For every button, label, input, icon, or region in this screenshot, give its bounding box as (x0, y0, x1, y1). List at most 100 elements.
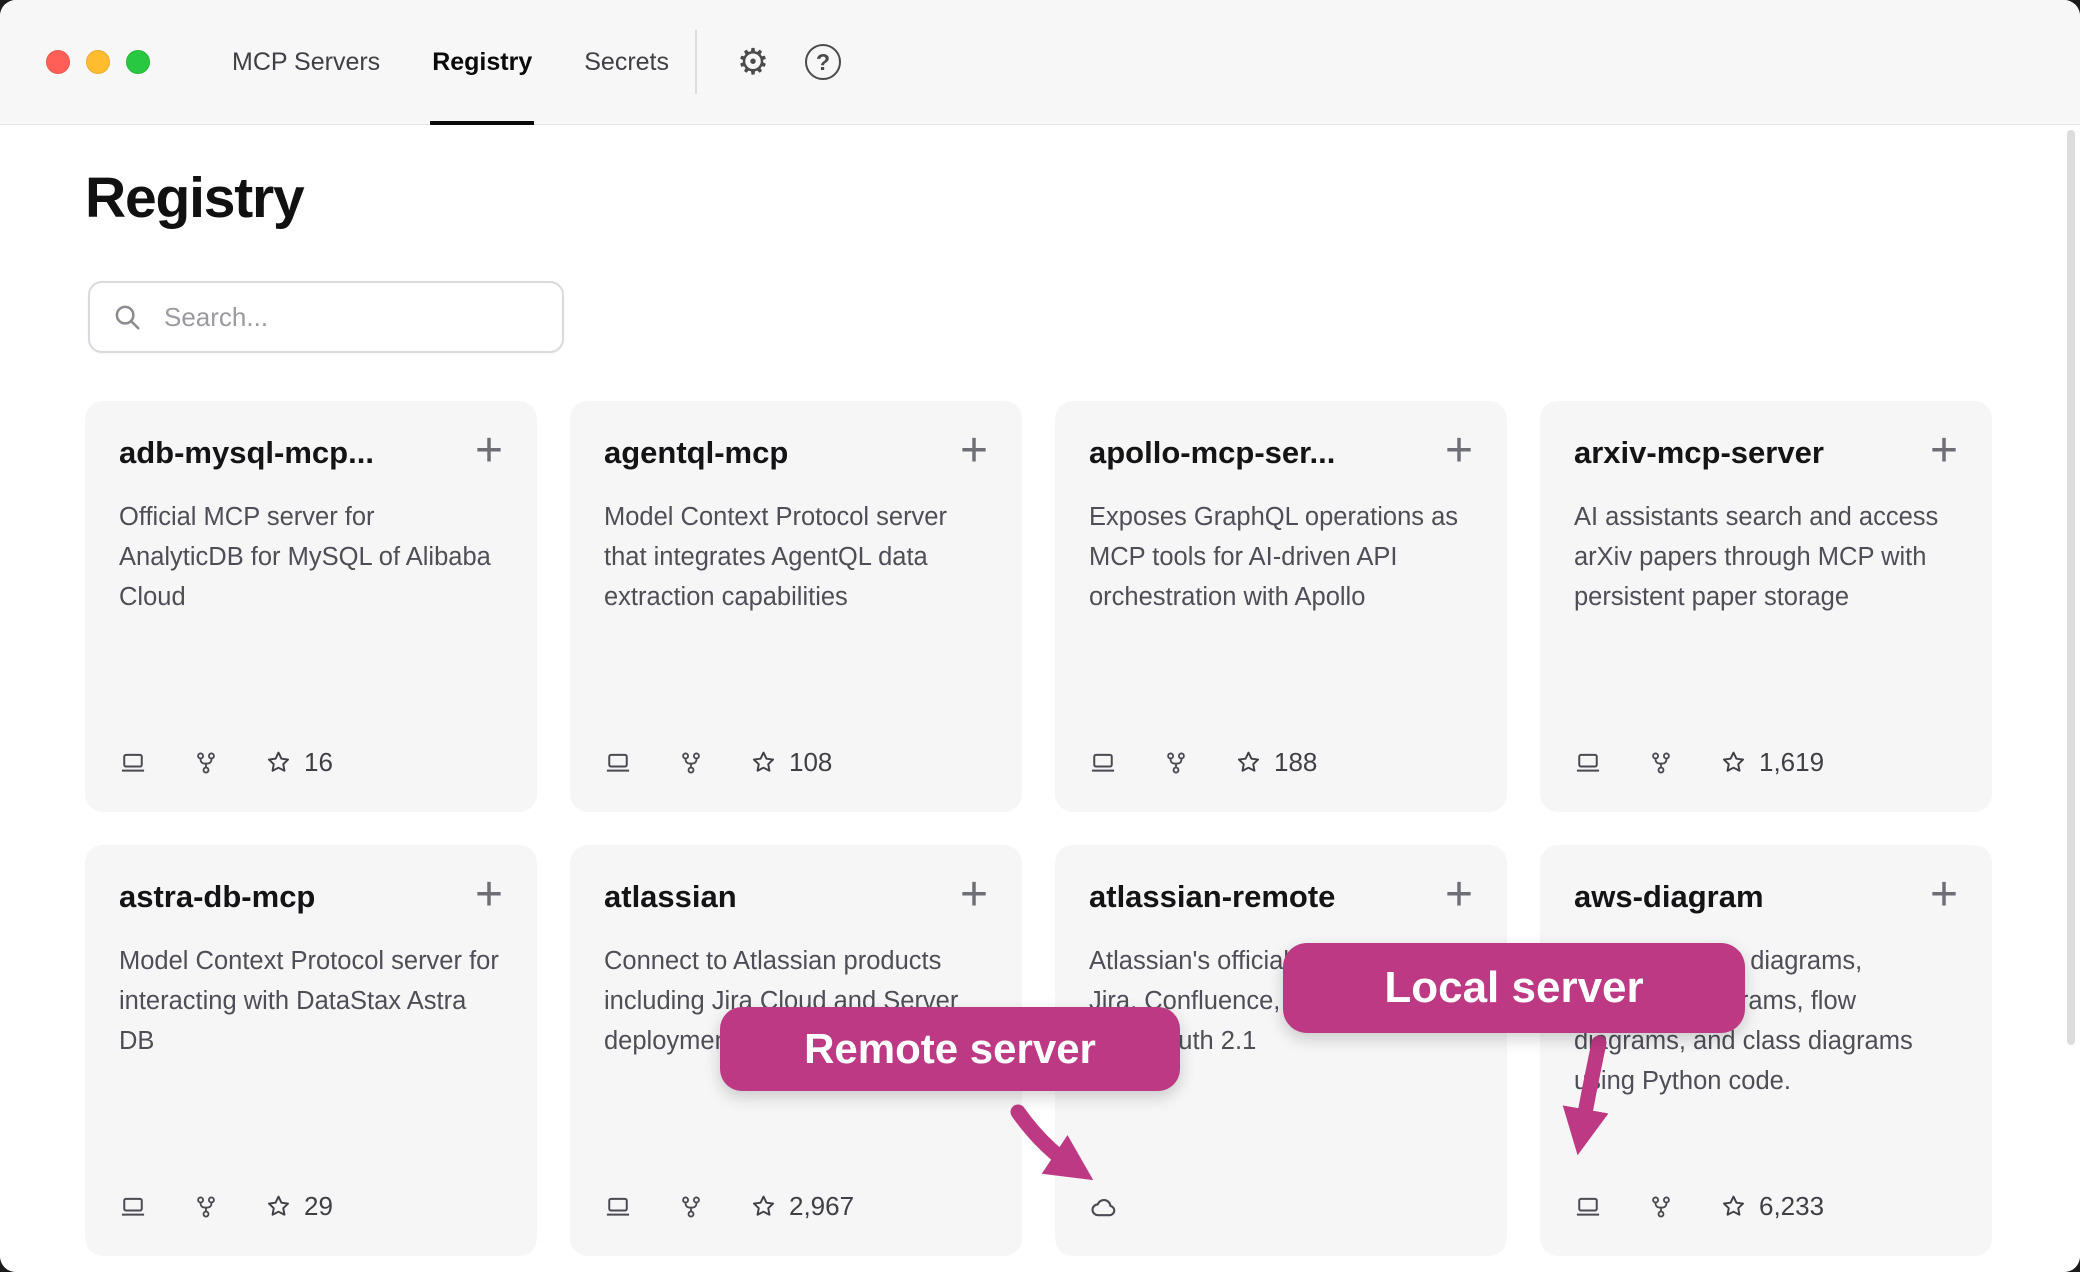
local-server-callout: Local server (1283, 943, 1745, 1033)
add-server-button[interactable]: + (950, 435, 988, 467)
star-count: 6,233 (1720, 1191, 1824, 1222)
fork-icon (1648, 1194, 1674, 1220)
tab-mcp-servers[interactable]: MCP Servers (206, 0, 406, 124)
add-server-button[interactable]: + (1435, 435, 1473, 467)
star-count-value: 6,233 (1759, 1191, 1824, 1222)
server-card-adb-mysql-mcp[interactable]: adb-mysql-mcp... + Official MCP server f… (85, 401, 537, 812)
add-server-button[interactable]: + (465, 879, 503, 911)
server-card-astra-db-mcp[interactable]: astra-db-mcp + Model Context Protocol se… (85, 845, 537, 1256)
server-name: agentql-mcp (604, 435, 788, 471)
cloud-icon (1089, 1192, 1119, 1222)
star-count-value: 29 (304, 1191, 333, 1222)
fork-icon (678, 750, 704, 776)
header-divider (695, 30, 697, 94)
plus-icon: + (1930, 868, 1958, 921)
laptop-icon (604, 749, 632, 777)
plus-icon: + (475, 868, 503, 921)
remote-server-callout: Remote server (720, 1007, 1180, 1091)
server-description: Official MCP server for AnalyticDB for M… (119, 497, 503, 617)
scrollbar-thumb[interactable] (2067, 130, 2075, 1045)
header-actions: ⚙ ? (725, 0, 851, 124)
gear-icon: ⚙ (737, 44, 769, 80)
star-icon (750, 749, 777, 776)
star-count-value: 16 (304, 747, 333, 778)
server-name: atlassian-remote (1089, 879, 1335, 915)
traffic-lights (0, 0, 150, 124)
registry-page: Registry adb-mysql-mcp... + Official MCP… (0, 125, 2080, 1272)
star-count-value: 1,619 (1759, 747, 1824, 778)
star-count-value: 108 (789, 747, 832, 778)
card-footer: 29 (119, 1191, 503, 1222)
search-input[interactable] (88, 281, 564, 353)
window-titlebar: MCP Servers Registry Secrets ⚙ ? (0, 0, 2080, 125)
server-description: Model Context Protocol server for intera… (119, 941, 503, 1061)
server-name: aws-diagram (1574, 879, 1764, 915)
star-icon (1235, 749, 1262, 776)
zoom-window-button[interactable] (126, 50, 150, 74)
star-count: 2,967 (750, 1191, 854, 1222)
plus-icon: + (1445, 424, 1473, 477)
close-window-button[interactable] (46, 50, 70, 74)
star-count: 29 (265, 1191, 333, 1222)
server-description: Model Context Protocol server that integ… (604, 497, 988, 617)
server-name: apollo-mcp-ser... (1089, 435, 1335, 471)
card-footer: 1,619 (1574, 747, 1958, 778)
star-icon (265, 749, 292, 776)
add-server-button[interactable]: + (950, 879, 988, 911)
server-name: astra-db-mcp (119, 879, 315, 915)
star-count-value: 188 (1274, 747, 1317, 778)
star-count: 188 (1235, 747, 1317, 778)
add-server-button[interactable]: + (465, 435, 503, 467)
card-footer: 6,233 (1574, 1191, 1958, 1222)
tab-secrets[interactable]: Secrets (558, 0, 695, 124)
page-title: Registry (85, 165, 2080, 231)
laptop-icon (1089, 749, 1117, 777)
main-nav: MCP Servers Registry Secrets (206, 0, 695, 124)
plus-icon: + (960, 424, 988, 477)
search-box (88, 281, 564, 353)
plus-icon: + (960, 868, 988, 921)
plus-icon: + (1445, 868, 1473, 921)
server-card-agentql-mcp[interactable]: agentql-mcp + Model Context Protocol ser… (570, 401, 1022, 812)
plus-icon: + (1930, 424, 1958, 477)
card-footer: 108 (604, 747, 988, 778)
add-server-button[interactable]: + (1920, 879, 1958, 911)
add-server-button[interactable]: + (1435, 879, 1473, 911)
star-count: 16 (265, 747, 333, 778)
server-description: Exposes GraphQL operations as MCP tools … (1089, 497, 1473, 617)
server-card-aws-diagram[interactable]: aws-diagram + Generate AWS diagrams, seq… (1540, 845, 1992, 1256)
card-footer (1089, 1192, 1473, 1222)
help-icon: ? (805, 44, 841, 80)
laptop-icon (1574, 1193, 1602, 1221)
card-footer: 188 (1089, 747, 1473, 778)
fork-icon (193, 1194, 219, 1220)
add-server-button[interactable]: + (1920, 435, 1958, 467)
laptop-icon (604, 1193, 632, 1221)
card-footer: 16 (119, 747, 503, 778)
star-count-value: 2,967 (789, 1191, 854, 1222)
settings-button[interactable]: ⚙ (725, 34, 781, 90)
laptop-icon (1574, 749, 1602, 777)
help-button[interactable]: ? (795, 34, 851, 90)
card-footer: 2,967 (604, 1191, 988, 1222)
app-window: MCP Servers Registry Secrets ⚙ ? Registr… (0, 0, 2080, 1272)
star-count: 1,619 (1720, 747, 1824, 778)
star-icon (1720, 749, 1747, 776)
server-name: arxiv-mcp-server (1574, 435, 1824, 471)
star-count: 108 (750, 747, 832, 778)
fork-icon (193, 750, 219, 776)
laptop-icon (119, 1193, 147, 1221)
tab-registry[interactable]: Registry (406, 0, 558, 124)
laptop-icon (119, 749, 147, 777)
server-name: atlassian (604, 879, 737, 915)
server-description: AI assistants search and access arXiv pa… (1574, 497, 1958, 617)
server-name: adb-mysql-mcp... (119, 435, 374, 471)
server-card-grid: adb-mysql-mcp... + Official MCP server f… (85, 401, 2080, 1256)
star-icon (1720, 1193, 1747, 1220)
star-icon (750, 1193, 777, 1220)
server-card-apollo-mcp-server[interactable]: apollo-mcp-ser... + Exposes GraphQL oper… (1055, 401, 1507, 812)
fork-icon (1163, 750, 1189, 776)
fork-icon (678, 1194, 704, 1220)
server-card-arxiv-mcp-server[interactable]: arxiv-mcp-server + AI assistants search … (1540, 401, 1992, 812)
minimize-window-button[interactable] (86, 50, 110, 74)
